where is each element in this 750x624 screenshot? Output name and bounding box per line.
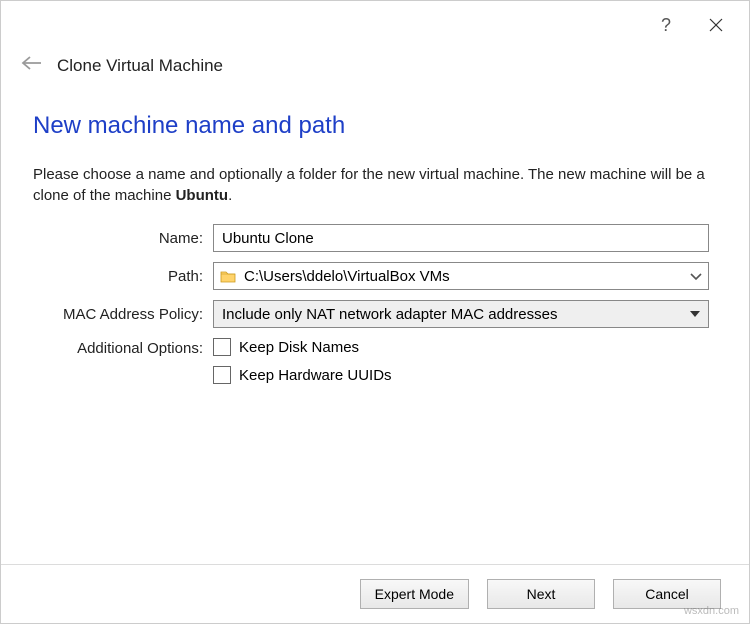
footer: Expert Mode Next Cancel bbox=[1, 564, 749, 623]
dropdown-triangle-icon bbox=[690, 311, 700, 317]
folder-icon bbox=[220, 269, 236, 283]
page-title: New machine name and path bbox=[33, 112, 709, 140]
help-icon: ? bbox=[661, 15, 671, 36]
next-button[interactable]: Next bbox=[487, 579, 595, 609]
close-button[interactable] bbox=[691, 5, 741, 45]
back-arrow-icon bbox=[21, 55, 43, 71]
option-keep-hardware-uuids[interactable]: Keep Hardware UUIDs bbox=[213, 366, 709, 384]
mac-label: MAC Address Policy: bbox=[33, 306, 213, 323]
path-select[interactable]: C:\Users\ddelo\VirtualBox VMs bbox=[213, 262, 709, 290]
additional-options-label: Additional Options: bbox=[33, 338, 213, 357]
description: Please choose a name and optionally a fo… bbox=[33, 164, 709, 206]
titlebar: ? bbox=[1, 1, 749, 49]
row-additional-options: Additional Options: Keep Disk Names Keep… bbox=[33, 338, 709, 394]
name-label: Name: bbox=[33, 230, 213, 247]
path-label: Path: bbox=[33, 268, 213, 285]
mac-policy-select[interactable]: Include only NAT network adapter MAC add… bbox=[213, 300, 709, 328]
chevron-down-icon bbox=[690, 268, 702, 285]
label-keep-hardware-uuids: Keep Hardware UUIDs bbox=[239, 367, 392, 384]
name-input[interactable] bbox=[213, 224, 709, 252]
mac-policy-value: Include only NAT network adapter MAC add… bbox=[222, 306, 557, 323]
dialog-window: ? Clone Virtual Machine New machine name… bbox=[0, 0, 750, 624]
back-button[interactable] bbox=[21, 55, 43, 76]
checkbox-keep-disk-names[interactable] bbox=[213, 338, 231, 356]
checkbox-keep-hardware-uuids[interactable] bbox=[213, 366, 231, 384]
cancel-button[interactable]: Cancel bbox=[613, 579, 721, 609]
desc-machine-name: Ubuntu bbox=[176, 187, 228, 204]
option-keep-disk-names[interactable]: Keep Disk Names bbox=[213, 338, 709, 356]
desc-text: Please choose a name and optionally a fo… bbox=[33, 166, 705, 204]
close-icon bbox=[709, 18, 723, 32]
row-path: Path: C:\Users\ddelo\VirtualBox VMs bbox=[33, 262, 709, 290]
wizard-title: Clone Virtual Machine bbox=[57, 56, 223, 76]
wizard-header: Clone Virtual Machine bbox=[1, 49, 749, 94]
help-button[interactable]: ? bbox=[641, 5, 691, 45]
content-area: New machine name and path Please choose … bbox=[1, 94, 749, 564]
row-mac-policy: MAC Address Policy: Include only NAT net… bbox=[33, 300, 709, 328]
row-name: Name: bbox=[33, 224, 709, 252]
label-keep-disk-names: Keep Disk Names bbox=[239, 339, 359, 356]
desc-suffix: . bbox=[228, 187, 232, 204]
expert-mode-button[interactable]: Expert Mode bbox=[360, 579, 469, 609]
path-value: C:\Users\ddelo\VirtualBox VMs bbox=[244, 268, 682, 285]
